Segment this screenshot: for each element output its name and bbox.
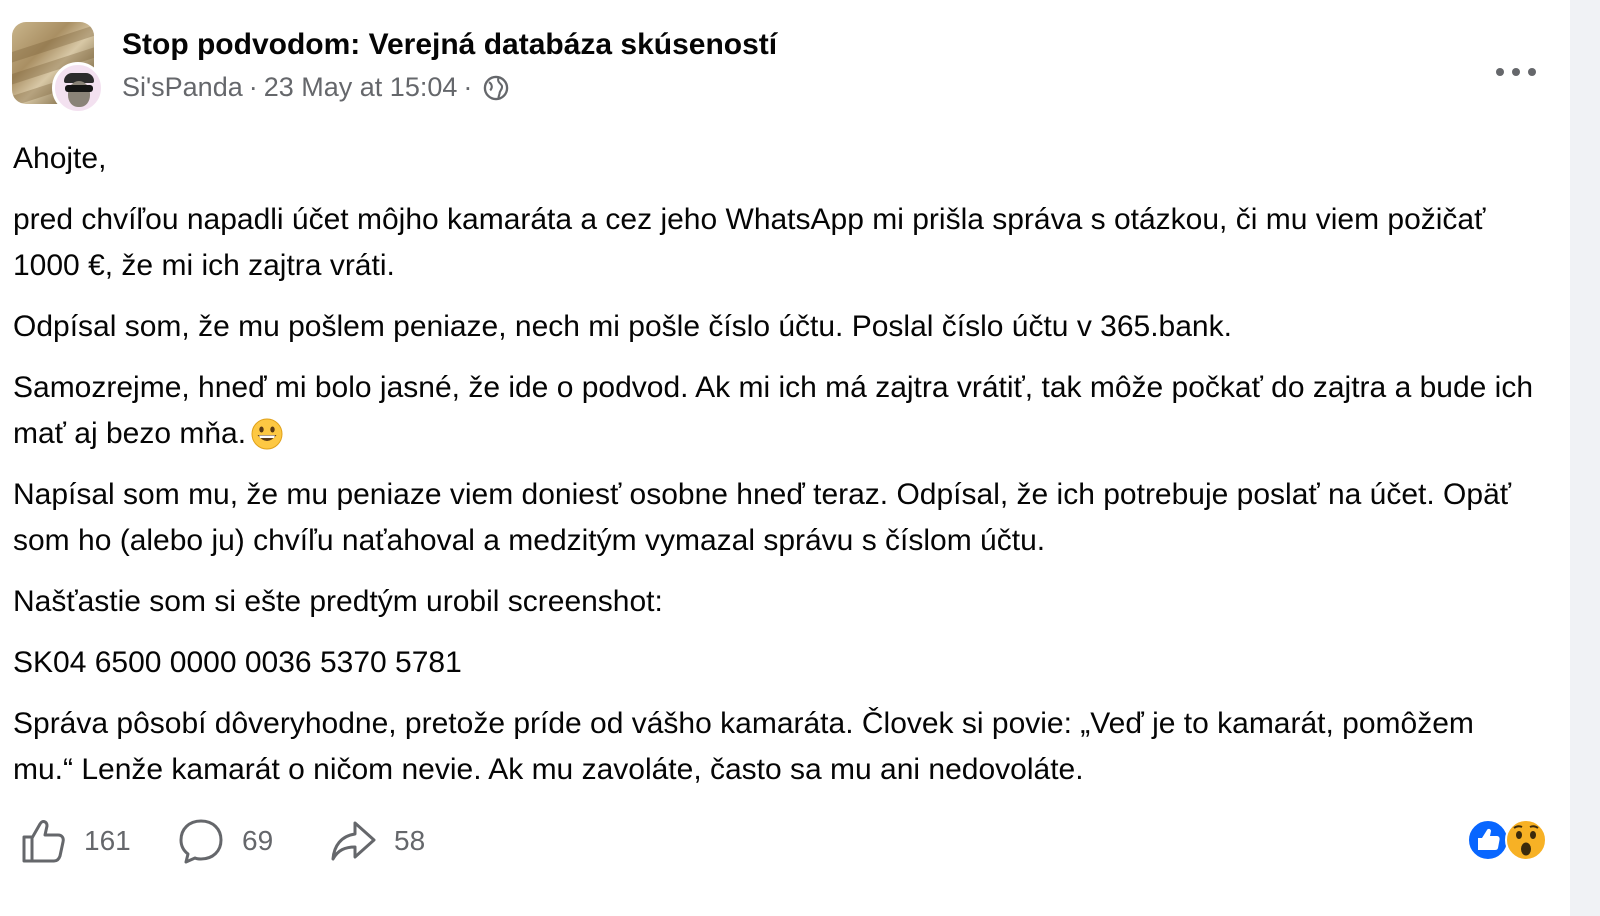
author-name-link[interactable]: Si'sPanda (122, 72, 243, 103)
post-paragraph: Odpísal som, že mu pošlem peniaze, nech … (13, 310, 1232, 343)
reactions-summary[interactable] (1466, 818, 1550, 862)
like-count: 161 (84, 825, 131, 856)
post-paragraph-with-emoji: Samozrejme, hneď mi bolo jasné, že ide o… (13, 365, 1538, 457)
share-button[interactable]: 58 (328, 812, 425, 870)
page-background-strip (1570, 0, 1600, 916)
post-body: Ahojte, pred chvíľou napadli účet môjho … (13, 136, 1538, 808)
share-count: 58 (394, 825, 426, 856)
comment-button[interactable]: 69 (176, 812, 273, 870)
comment-count: 69 (242, 825, 274, 856)
like-button[interactable]: 161 (18, 812, 131, 870)
post-paragraph: pred chvíľou napadli účet môjho kamaráta… (13, 203, 1486, 282)
post-paragraph: Napísal som mu, že mu peniaze viem donie… (13, 478, 1512, 557)
wow-reaction-icon (1505, 819, 1547, 861)
post-paragraph-text: Samozrejme, hneď mi bolo jasné, že ide o… (13, 371, 1534, 450)
post-paragraph: Ahojte, (13, 142, 107, 175)
post-paragraph: Našťastie som si ešte predtým urobil scr… (13, 585, 663, 618)
grinning-face-emoji (251, 418, 283, 450)
iban-text: SK04 6500 0000 0036 5370 5781 (13, 646, 462, 679)
avatar-stack[interactable] (12, 22, 104, 114)
post-header: Stop podvodom: Verejná databáza skúsenos… (12, 20, 1552, 114)
globe-icon[interactable] (482, 74, 510, 102)
post-meta: Si'sPanda · 23 May at 15:04 · (122, 72, 510, 103)
meta-separator: · (248, 72, 258, 102)
share-arrow-icon (331, 821, 376, 861)
post-actions: 161 69 58 (18, 812, 1558, 870)
comment-bubble-icon (179, 819, 223, 864)
post-timestamp-link[interactable]: 23 May at 15:04 (264, 72, 458, 103)
meta-separator: · (463, 72, 473, 102)
post-paragraph: Správa pôsobí dôveryhodne, pretože príde… (13, 707, 1474, 786)
post-card: Stop podvodom: Verejná databáza skúsenos… (0, 0, 1600, 916)
group-name-link[interactable]: Stop podvodom: Verejná databáza skúsenos… (122, 28, 777, 62)
author-avatar[interactable] (52, 62, 104, 114)
more-options-icon[interactable] (1492, 62, 1540, 82)
thumbs-up-icon (22, 820, 65, 863)
